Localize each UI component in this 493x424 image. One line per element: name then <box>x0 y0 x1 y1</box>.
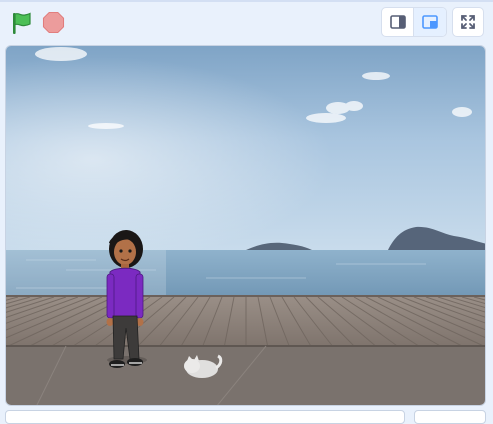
stage-panel-edge <box>414 410 486 424</box>
stop-sign-icon[interactable] <box>42 11 65 34</box>
small-stage-button[interactable] <box>382 8 415 36</box>
small-stage-icon <box>389 15 406 29</box>
normal-stage-icon <box>422 15 438 29</box>
fullscreen-icon <box>461 15 475 29</box>
stage-size-toggle <box>381 7 447 37</box>
beach-backdrop <box>6 46 485 405</box>
fullscreen-button[interactable] <box>452 7 484 37</box>
normal-stage-button[interactable] <box>414 8 446 36</box>
green-flag-icon[interactable] <box>9 11 33 35</box>
stage-canvas[interactable] <box>5 45 486 406</box>
stage-header <box>0 0 493 44</box>
sprite-info-panel-edge <box>5 410 405 424</box>
